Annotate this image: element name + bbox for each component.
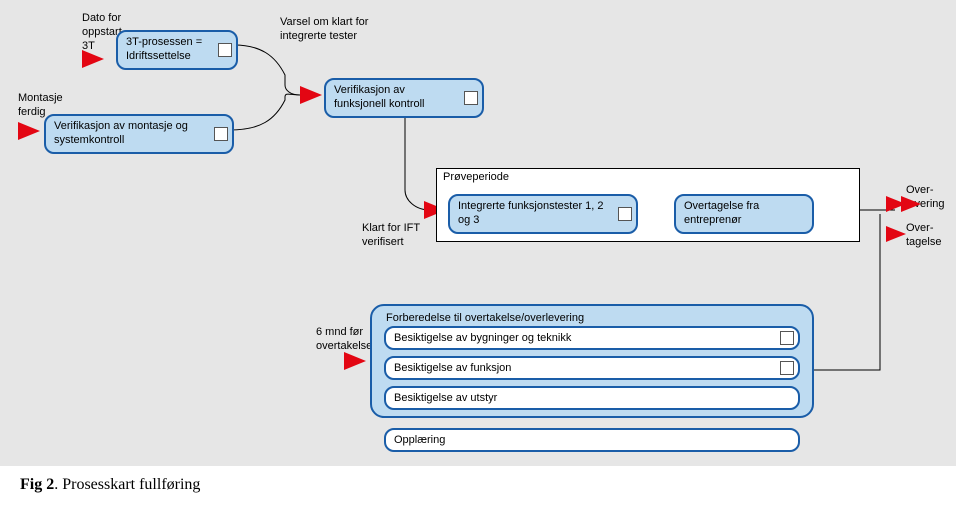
node-label: Besiktigelse av utstyr — [394, 392, 497, 404]
diagram-canvas: Dato for oppstart 3T Varsel om klart for… — [0, 0, 956, 466]
label-varsel-tester: Varsel om klart for integrerte tester — [280, 16, 368, 44]
arrow-icon — [344, 352, 366, 370]
node-verifikasjon-funksjonell[interactable]: Verifikasjon av funksjonell kontroll — [324, 78, 484, 118]
label-overtagelse: Over- tagelse — [906, 222, 941, 250]
node-label: Verifikasjon av montasje og systemkontro… — [54, 120, 188, 146]
caption-prefix: Fig 2 — [20, 476, 54, 493]
group-title: Forberedelse til overtakelse/overleverin… — [386, 312, 584, 324]
node-label: Besiktigelse av funksjon — [394, 362, 511, 374]
arrow-icon — [300, 86, 322, 104]
label-6mnd: 6 mnd før overtakelse — [316, 326, 372, 354]
caption-text: . Prosesskart fullføring — [54, 476, 200, 493]
node-integrerte-funksjonstester[interactable]: Integrerte funksjonstester 1, 2 og 3 — [448, 194, 638, 234]
node-verifikasjon-montasje[interactable]: Verifikasjon av montasje og systemkontro… — [44, 114, 234, 154]
node-label: Besiktigelse av bygninger og teknikk — [394, 332, 571, 344]
node-besiktigelse-utstyr[interactable]: Besiktigelse av utstyr — [384, 386, 800, 410]
subprocess-icon — [218, 43, 232, 57]
node-label: Overtagelse fra entreprenør — [684, 200, 759, 226]
node-overtagelse-entreprenor[interactable]: Overtagelse fra entreprenør — [674, 194, 814, 234]
subprocess-icon — [780, 361, 794, 375]
arrow-icon — [82, 50, 104, 68]
arrow-icon — [18, 122, 40, 140]
group-title: Prøveperiode — [443, 171, 509, 183]
arrow-icon — [901, 196, 921, 212]
node-label: Integrerte funksjonstester 1, 2 og 3 — [458, 200, 604, 226]
subprocess-icon — [780, 331, 794, 345]
node-besiktigelse-bygninger[interactable]: Besiktigelse av bygninger og teknikk — [384, 326, 800, 350]
node-label: Opplæring — [394, 434, 445, 446]
label-klart-ift: Klart for IFT verifisert — [362, 222, 420, 250]
node-opplaering[interactable]: Opplæring — [384, 428, 800, 452]
subprocess-icon — [464, 91, 478, 105]
arrow-icon — [886, 226, 906, 242]
subprocess-icon — [214, 127, 228, 141]
node-label: Verifikasjon av funksjonell kontroll — [334, 84, 425, 110]
figure-caption: Fig 2. Prosesskart fullføring — [20, 476, 200, 494]
node-besiktigelse-funksjon[interactable]: Besiktigelse av funksjon — [384, 356, 800, 380]
node-3t-prosessen[interactable]: 3T-prosessen = Idriftssettelse — [116, 30, 238, 70]
node-label: 3T-prosessen = Idriftssettelse — [126, 36, 202, 62]
subprocess-icon — [618, 207, 632, 221]
